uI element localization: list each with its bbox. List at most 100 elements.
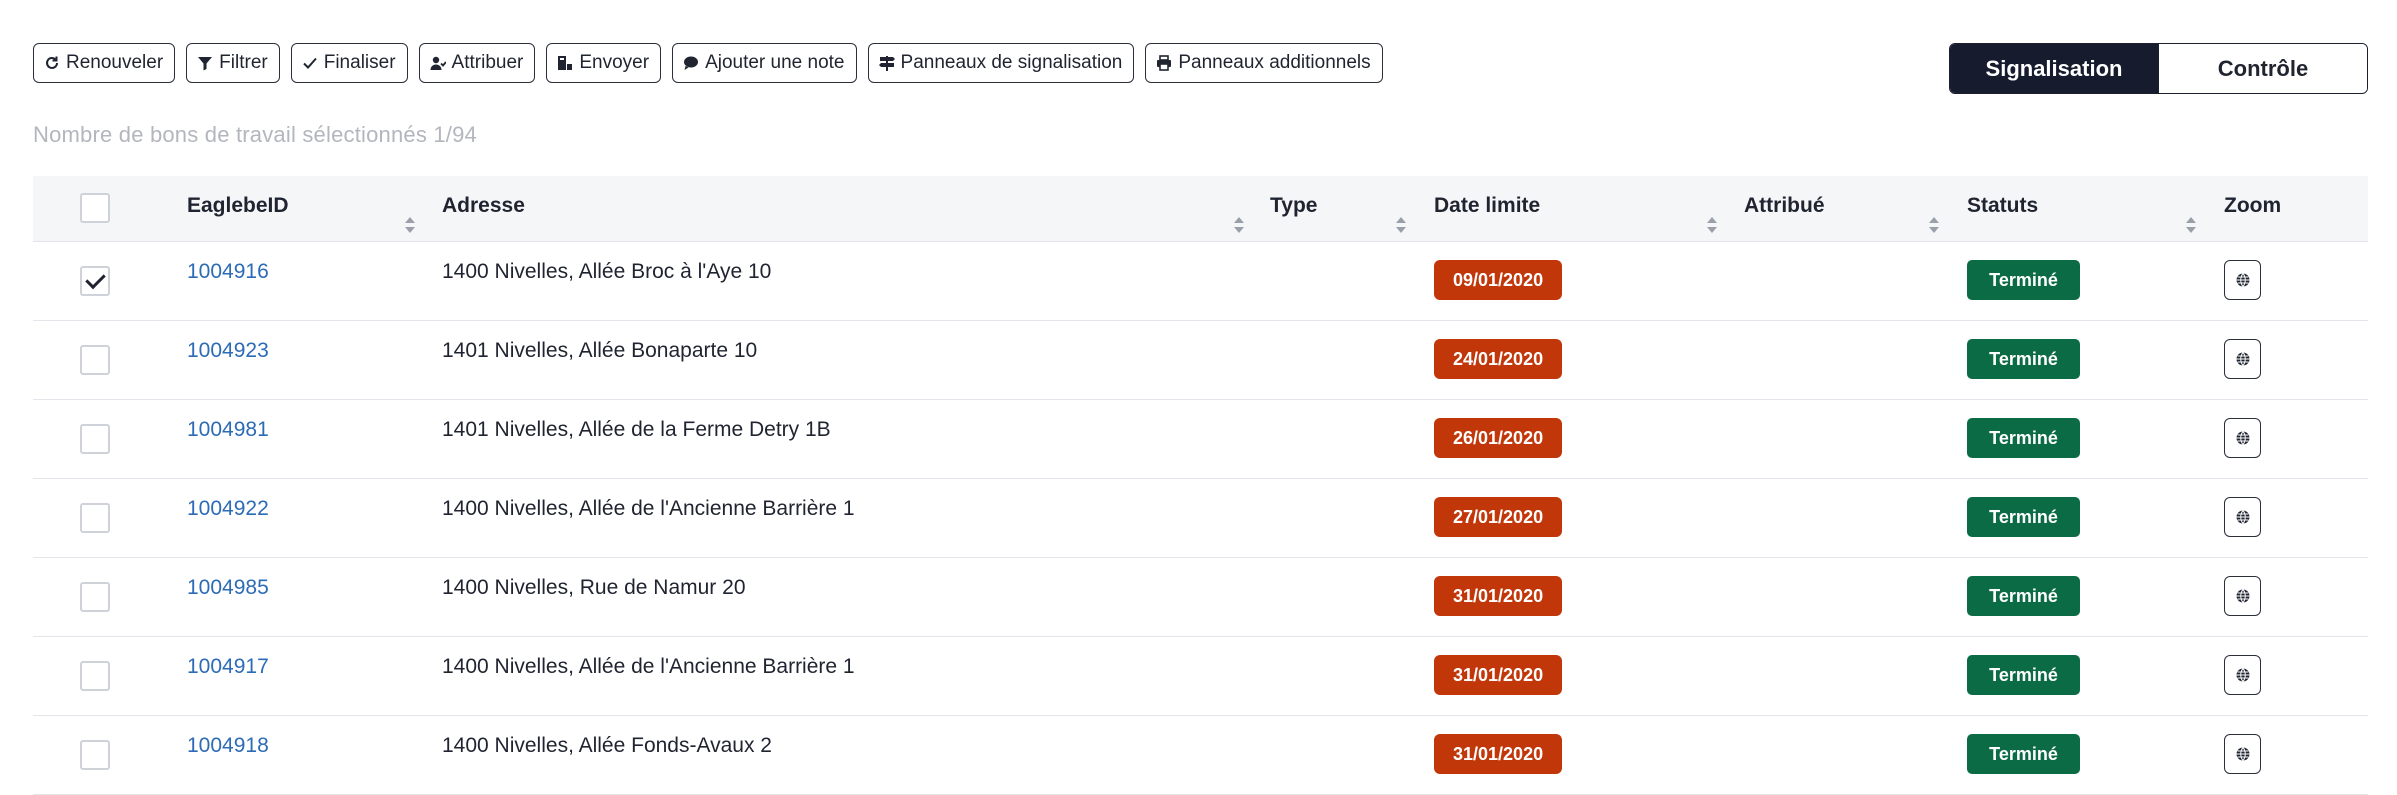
signpost-icon: [878, 55, 895, 71]
deadline-badge: 31/01/2020: [1434, 734, 1563, 774]
eaglebe-id-link[interactable]: 1004985: [187, 576, 269, 600]
eaglebe-id-link[interactable]: 1004981: [187, 418, 269, 442]
sort-icon[interactable]: [404, 216, 416, 234]
address-cell: 1400 Nivelles, Allée Fonds-Avaux 2: [442, 734, 772, 757]
globe-icon: [2236, 589, 2249, 603]
sort-icon[interactable]: [1395, 216, 1407, 234]
row-checkbox[interactable]: [80, 661, 110, 691]
status-badge: Terminé: [1967, 734, 2080, 774]
selection-count: Nombre de bons de travail sélectionnés 1…: [33, 122, 477, 147]
deadline-badge: 26/01/2020: [1434, 418, 1563, 458]
zoom-button[interactable]: [2224, 734, 2261, 774]
filter-icon: [197, 55, 213, 71]
refresh-icon: [44, 55, 60, 71]
status-badge: Terminé: [1967, 576, 2080, 616]
status-badge: Terminé: [1967, 655, 2080, 695]
globe-icon: [2236, 510, 2249, 524]
row-checkbox[interactable]: [80, 740, 110, 770]
signage-panels-label: Panneaux de signalisation: [900, 52, 1123, 73]
send-icon: [557, 55, 573, 71]
table-row[interactable]: 1004985 1400 Nivelles, Rue de Namur 20 3…: [33, 558, 2368, 637]
row-checkbox[interactable]: [80, 582, 110, 612]
table-row[interactable]: 1004918 1400 Nivelles, Allée Fonds-Avaux…: [33, 716, 2368, 795]
send-button[interactable]: Envoyer: [546, 43, 662, 83]
deadline-badge: 31/01/2020: [1434, 655, 1563, 695]
zoom-button[interactable]: [2224, 260, 2261, 300]
table-header: EaglebeID Adresse Type Date limite Attri…: [33, 176, 2368, 242]
print-icon: [1156, 55, 1172, 71]
eaglebe-id-link[interactable]: 1004916: [187, 260, 269, 284]
eaglebe-id-link[interactable]: 1004917: [187, 655, 269, 679]
view-toggle: Signalisation Contrôle: [1949, 43, 2368, 94]
globe-icon: [2236, 273, 2249, 287]
additional-panels-label: Panneaux additionnels: [1178, 52, 1371, 73]
assign-label: Attribuer: [451, 52, 524, 73]
globe-icon: [2236, 431, 2249, 445]
column-header-id[interactable]: EaglebeID: [187, 194, 289, 218]
signage-panels-button[interactable]: Panneaux de signalisation: [867, 43, 1135, 83]
assign-button[interactable]: Attribuer: [418, 43, 536, 83]
column-header-type[interactable]: Type: [1270, 194, 1317, 218]
sort-icon[interactable]: [2185, 216, 2197, 234]
comment-icon: [683, 55, 699, 71]
globe-icon: [2236, 747, 2249, 761]
column-header-deadline[interactable]: Date limite: [1434, 194, 1540, 218]
sort-icon[interactable]: [1928, 216, 1940, 234]
finalize-button[interactable]: Finaliser: [290, 43, 408, 83]
filter-button[interactable]: Filtrer: [186, 43, 280, 83]
sort-icon[interactable]: [1233, 216, 1245, 234]
table-row[interactable]: 1004922 1400 Nivelles, Allée de l'Ancien…: [33, 479, 2368, 558]
column-header-status[interactable]: Statuts: [1967, 194, 2038, 218]
column-header-address[interactable]: Adresse: [442, 194, 525, 218]
zoom-button[interactable]: [2224, 418, 2261, 458]
row-checkbox[interactable]: [80, 503, 110, 533]
table-row[interactable]: 1004923 1401 Nivelles, Allée Bonaparte 1…: [33, 321, 2368, 400]
deadline-badge: 27/01/2020: [1434, 497, 1563, 537]
renew-label: Renouveler: [66, 52, 164, 73]
user-assign-icon: [430, 55, 446, 71]
send-label: Envoyer: [579, 52, 650, 73]
row-checkbox[interactable]: [80, 266, 110, 296]
address-cell: 1400 Nivelles, Allée de l'Ancienne Barri…: [442, 497, 855, 520]
row-checkbox[interactable]: [80, 345, 110, 375]
address-cell: 1400 Nivelles, Allée de l'Ancienne Barri…: [442, 655, 855, 678]
zoom-button[interactable]: [2224, 497, 2261, 537]
address-cell: 1400 Nivelles, Allée Broc à l'Aye 10: [442, 260, 772, 283]
address-cell: 1401 Nivelles, Allée de la Ferme Detry 1…: [442, 418, 831, 441]
check-icon: [302, 55, 318, 71]
deadline-badge: 24/01/2020: [1434, 339, 1563, 379]
column-header-zoom: Zoom: [2224, 194, 2282, 217]
globe-icon: [2236, 352, 2249, 366]
column-header-assigned[interactable]: Attribué: [1744, 194, 1825, 218]
zoom-button[interactable]: [2224, 655, 2261, 695]
add-note-button[interactable]: Ajouter une note: [672, 43, 857, 83]
eaglebe-id-link[interactable]: 1004922: [187, 497, 269, 521]
zoom-button[interactable]: [2224, 339, 2261, 379]
deadline-badge: 09/01/2020: [1434, 260, 1563, 300]
table-row[interactable]: 1004981 1401 Nivelles, Allée de la Ferme…: [33, 400, 2368, 479]
globe-icon: [2236, 668, 2249, 682]
row-checkbox[interactable]: [80, 424, 110, 454]
tab-controle[interactable]: Contrôle: [2158, 44, 2367, 93]
address-cell: 1401 Nivelles, Allée Bonaparte 10: [442, 339, 758, 362]
status-badge: Terminé: [1967, 260, 2080, 300]
status-badge: Terminé: [1967, 418, 2080, 458]
eaglebe-id-link[interactable]: 1004923: [187, 339, 269, 363]
sort-icon[interactable]: [1706, 216, 1718, 234]
table-row[interactable]: 1004917 1400 Nivelles, Allée de l'Ancien…: [33, 637, 2368, 716]
status-badge: Terminé: [1967, 339, 2080, 379]
additional-panels-button[interactable]: Panneaux additionnels: [1145, 43, 1383, 83]
action-toolbar: Renouveler Filtrer Finaliser Attribuer E…: [33, 43, 1383, 85]
tab-signalisation[interactable]: Signalisation: [1950, 44, 2158, 93]
work-orders-table: EaglebeID Adresse Type Date limite Attri…: [33, 176, 2368, 795]
deadline-badge: 31/01/2020: [1434, 576, 1563, 616]
select-all-checkbox[interactable]: [80, 193, 110, 223]
eaglebe-id-link[interactable]: 1004918: [187, 734, 269, 758]
renew-button[interactable]: Renouveler: [33, 43, 176, 83]
filter-label: Filtrer: [219, 52, 268, 73]
finalize-label: Finaliser: [323, 52, 396, 73]
table-row[interactable]: 1004916 1400 Nivelles, Allée Broc à l'Ay…: [33, 242, 2368, 321]
add-note-label: Ajouter une note: [705, 52, 845, 73]
zoom-button[interactable]: [2224, 576, 2261, 616]
address-cell: 1400 Nivelles, Rue de Namur 20: [442, 576, 746, 599]
